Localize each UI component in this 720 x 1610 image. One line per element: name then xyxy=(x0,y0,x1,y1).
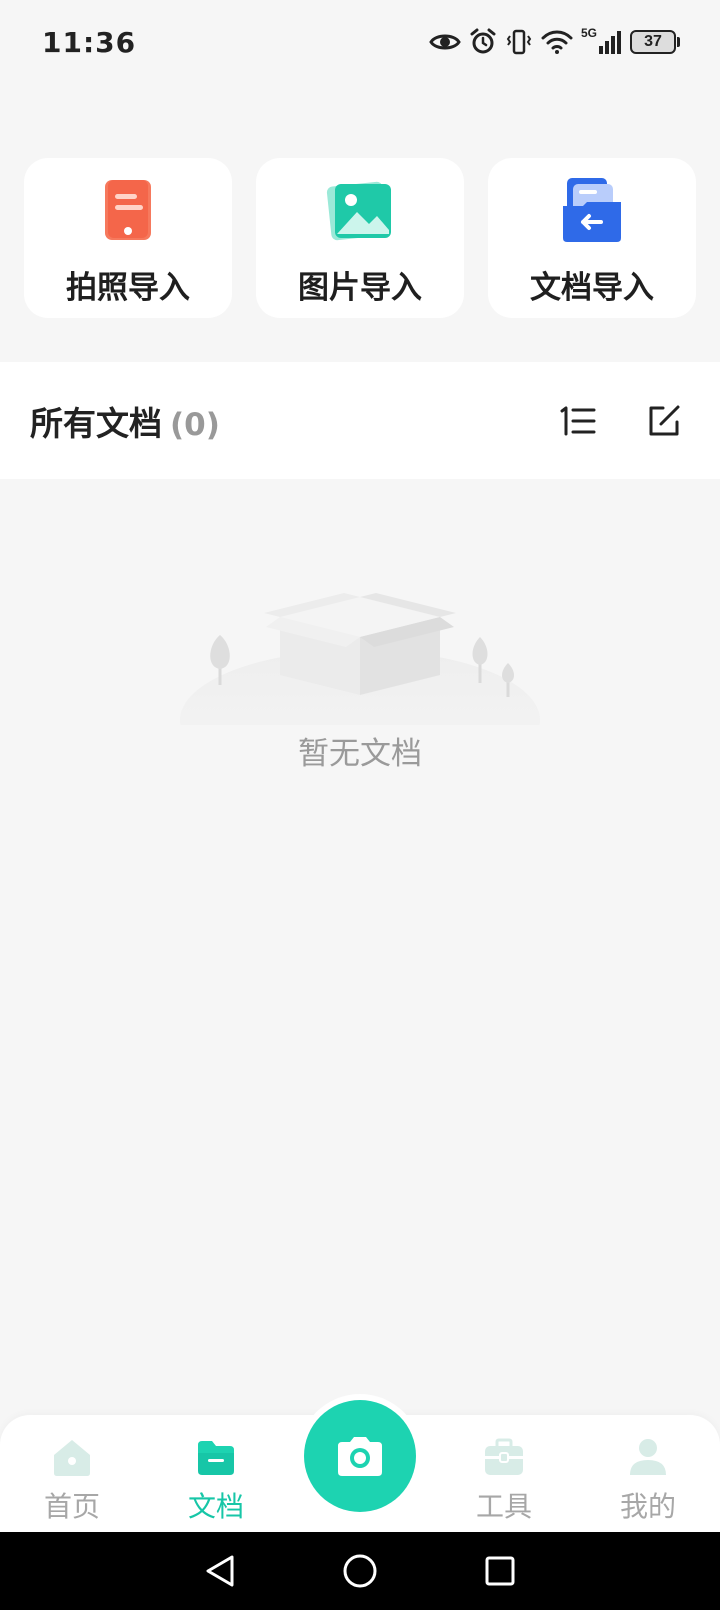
edit-button[interactable] xyxy=(644,401,684,441)
empty-state-text: 暂无文档 xyxy=(298,736,422,772)
camera-scan-button[interactable] xyxy=(304,1400,416,1512)
empty-box-icon xyxy=(180,593,540,725)
phone-document-icon xyxy=(105,180,151,240)
alarm-icon xyxy=(470,28,496,54)
nav-item-tools[interactable]: 工具 xyxy=(444,1437,564,1527)
home-circle-icon xyxy=(343,1554,377,1588)
status-bar: 11:36 5G 37 xyxy=(0,0,720,84)
nav-label-documents: 文档 xyxy=(187,1490,244,1523)
sort-list-icon xyxy=(560,406,596,435)
system-recents-button[interactable] xyxy=(480,1551,520,1591)
camera-import-label: 拍照导入 xyxy=(66,270,190,306)
user-icon xyxy=(630,1439,666,1475)
sort-button[interactable] xyxy=(558,401,598,441)
signal-icon: 5G xyxy=(581,26,622,54)
documents-actions xyxy=(558,401,684,441)
image-icon xyxy=(326,181,391,241)
toolbox-icon xyxy=(485,1438,523,1475)
folder-import-icon xyxy=(563,178,621,242)
import-actions: 拍照导入 图片导入 文档导入 xyxy=(24,158,696,318)
camera-icon xyxy=(338,1437,382,1476)
image-import-button[interactable]: 图片导入 xyxy=(256,158,464,318)
wifi-icon xyxy=(541,30,573,54)
status-time: 11:36 xyxy=(42,25,137,59)
edit-icon xyxy=(649,405,680,435)
documents-count: (0) xyxy=(170,406,220,443)
nav-item-documents[interactable]: 文档 xyxy=(156,1437,276,1527)
home-icon xyxy=(54,1440,90,1476)
nav-label-tools: 工具 xyxy=(475,1490,532,1523)
battery-icon: 37 xyxy=(630,30,680,54)
documents-title: 所有文档 xyxy=(30,403,162,443)
nav-label-profile: 我的 xyxy=(619,1490,676,1523)
camera-import-button[interactable]: 拍照导入 xyxy=(24,158,232,318)
nav-item-home[interactable]: 首页 xyxy=(12,1437,132,1527)
nav-label-home: 首页 xyxy=(43,1490,100,1523)
back-triangle-icon xyxy=(206,1555,234,1587)
folder-icon xyxy=(198,1441,234,1475)
vibrate-icon xyxy=(506,29,532,55)
system-home-button[interactable] xyxy=(340,1551,380,1591)
network-type: 5G xyxy=(580,26,597,40)
document-import-button[interactable]: 文档导入 xyxy=(488,158,696,318)
documents-header: 所有文档 (0) xyxy=(0,362,720,479)
battery-level: 37 xyxy=(630,30,676,54)
status-icons: 5G 37 xyxy=(429,26,680,56)
nav-item-profile[interactable]: 我的 xyxy=(588,1437,708,1527)
image-import-label: 图片导入 xyxy=(298,270,422,306)
document-import-label: 文档导入 xyxy=(530,270,654,306)
system-nav-bar xyxy=(0,1532,720,1610)
eye-icon xyxy=(429,34,461,50)
documents-title-group: 所有文档 (0) xyxy=(30,397,220,445)
empty-state: 暂无文档 xyxy=(180,575,540,775)
recents-square-icon xyxy=(485,1556,515,1586)
system-back-button[interactable] xyxy=(200,1551,240,1591)
